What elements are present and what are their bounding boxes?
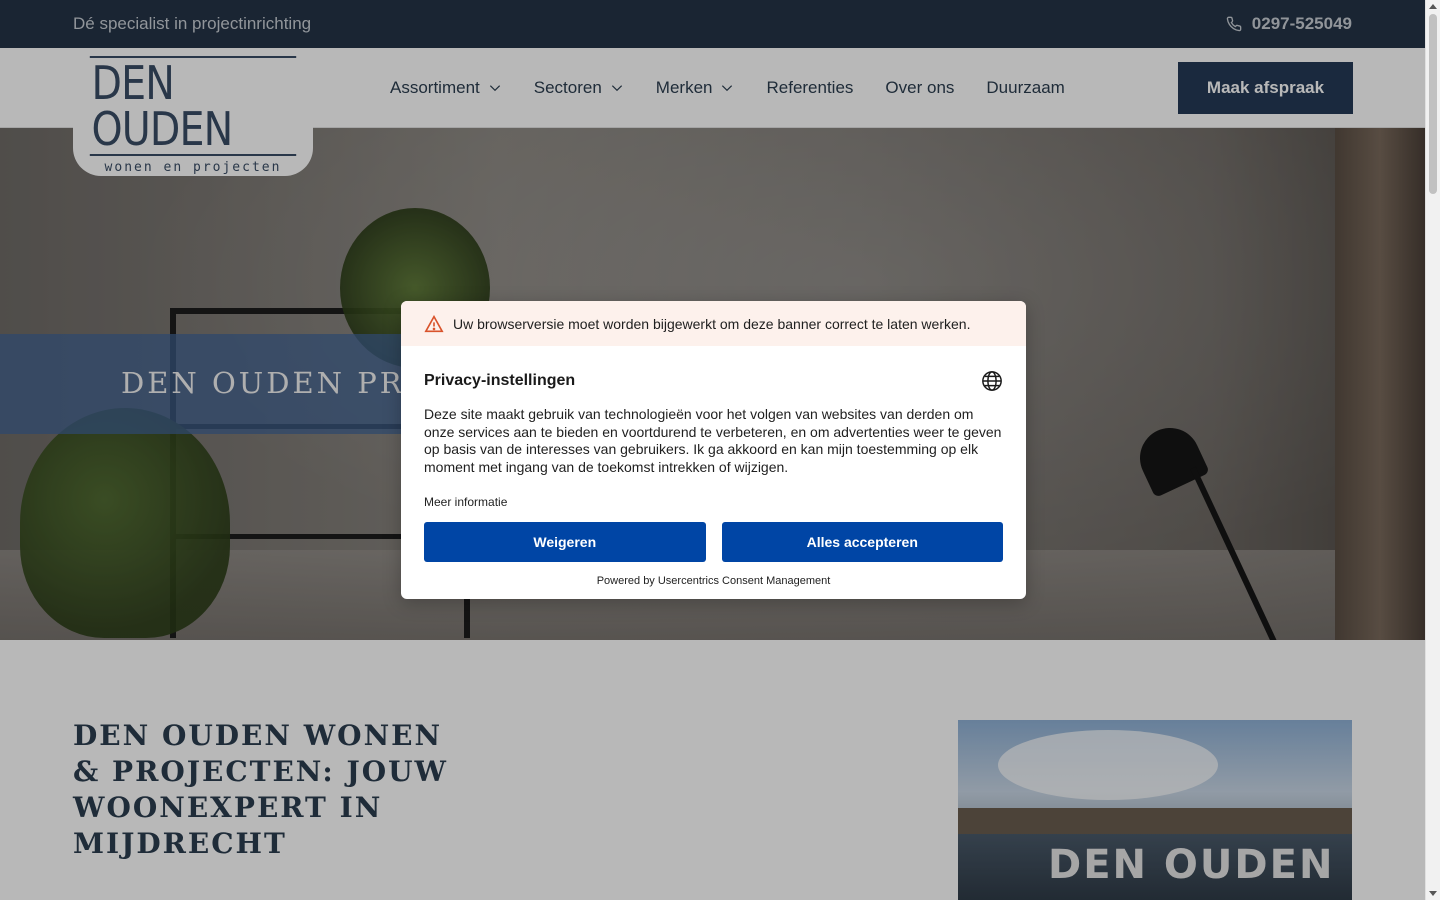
browser-warning: Uw browserversie moet worden bijgewerkt … (401, 301, 1026, 346)
privacy-title: Privacy-instellingen (424, 372, 576, 389)
scroll-up-icon[interactable] (1429, 4, 1437, 9)
privacy-description: Deze site maakt gebruik van technologieë… (424, 406, 1002, 475)
deny-button[interactable]: Weigeren (424, 522, 706, 562)
page-scrollbar[interactable] (1425, 0, 1440, 900)
privacy-consent-dialog: Uw browserversie moet worden bijgewerkt … (401, 301, 1026, 599)
more-info-link[interactable]: Meer informatie (424, 495, 1003, 509)
scroll-down-icon[interactable] (1429, 891, 1437, 896)
scrollbar-thumb[interactable] (1429, 14, 1437, 194)
browser-warning-text: Uw browserversie moet worden bijgewerkt … (453, 315, 971, 332)
warning-icon (424, 314, 444, 332)
language-globe-icon[interactable] (981, 370, 1003, 392)
accept-all-button[interactable]: Alles accepteren (721, 522, 1003, 562)
powered-by-text: Powered by Usercentrics Consent Manageme… (596, 575, 831, 587)
